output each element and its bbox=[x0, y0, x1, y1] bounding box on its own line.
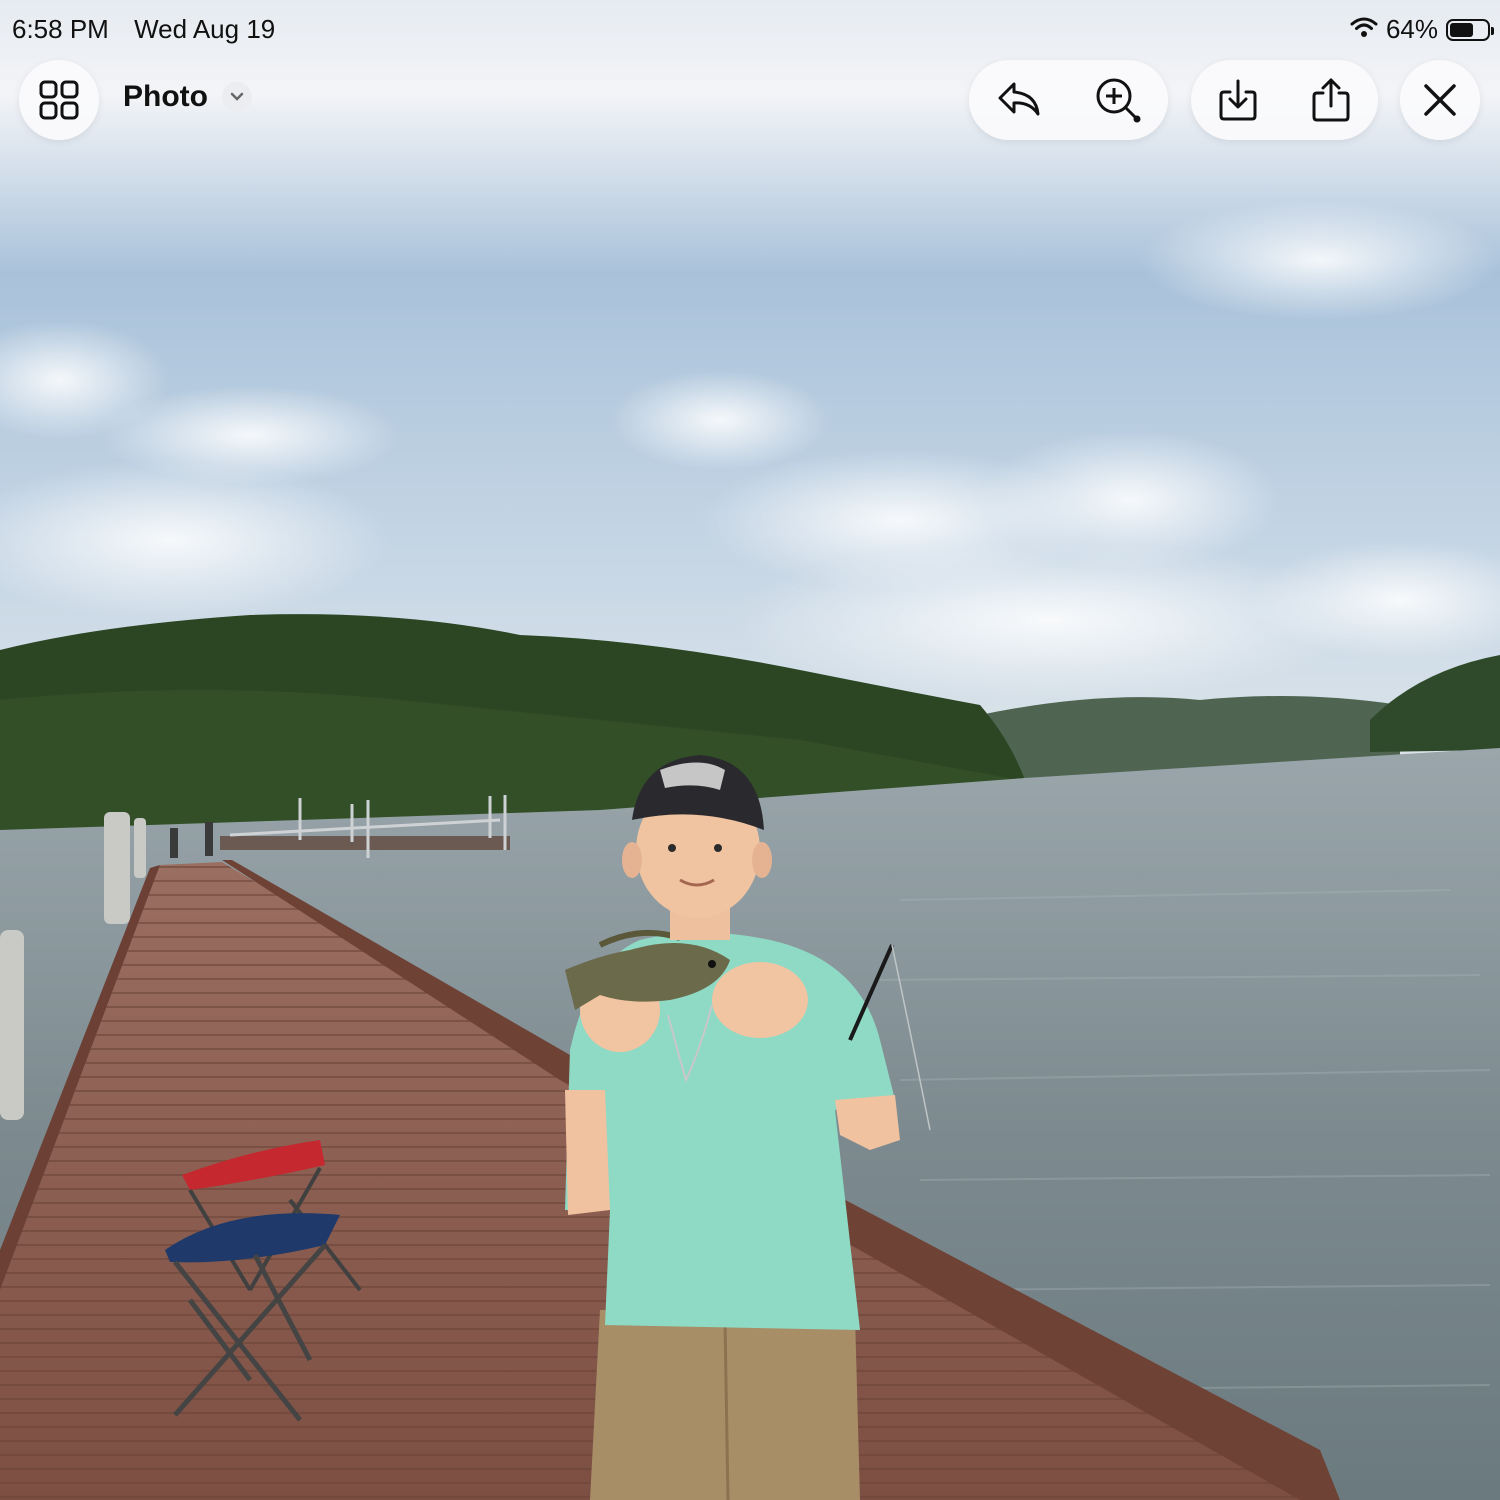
title-menu[interactable]: Photo bbox=[123, 80, 252, 114]
download-icon bbox=[1219, 79, 1257, 121]
close-button[interactable] bbox=[1400, 60, 1480, 140]
photo bbox=[0, 0, 1500, 1500]
status-bar-left: 6:58 PM Wed Aug 19 bbox=[12, 14, 275, 45]
reply-zoom-group bbox=[969, 60, 1168, 140]
zoom-in-button[interactable] bbox=[1088, 70, 1148, 130]
grid-view-button[interactable] bbox=[19, 60, 99, 140]
zoom-in-icon bbox=[1096, 78, 1141, 123]
close-icon bbox=[1410, 70, 1470, 130]
save-share-group bbox=[1191, 60, 1378, 140]
share-button[interactable] bbox=[1301, 70, 1361, 130]
reply-icon bbox=[998, 82, 1040, 116]
page-title: Photo bbox=[123, 80, 208, 113]
wifi-icon bbox=[1350, 14, 1378, 45]
status-time: 6:58 PM bbox=[12, 14, 109, 44]
grid-icon bbox=[29, 70, 89, 130]
battery-level-fill bbox=[1450, 22, 1473, 37]
status-date: Wed Aug 19 bbox=[134, 14, 276, 44]
share-icon bbox=[1312, 78, 1350, 122]
battery-icon bbox=[1446, 18, 1494, 41]
reply-button[interactable] bbox=[989, 70, 1049, 130]
save-button[interactable] bbox=[1208, 70, 1268, 130]
chevron-down-icon[interactable] bbox=[221, 82, 252, 112]
battery-percent: 64% bbox=[1385, 14, 1438, 44]
status-bar-right: 64% bbox=[1350, 14, 1494, 45]
